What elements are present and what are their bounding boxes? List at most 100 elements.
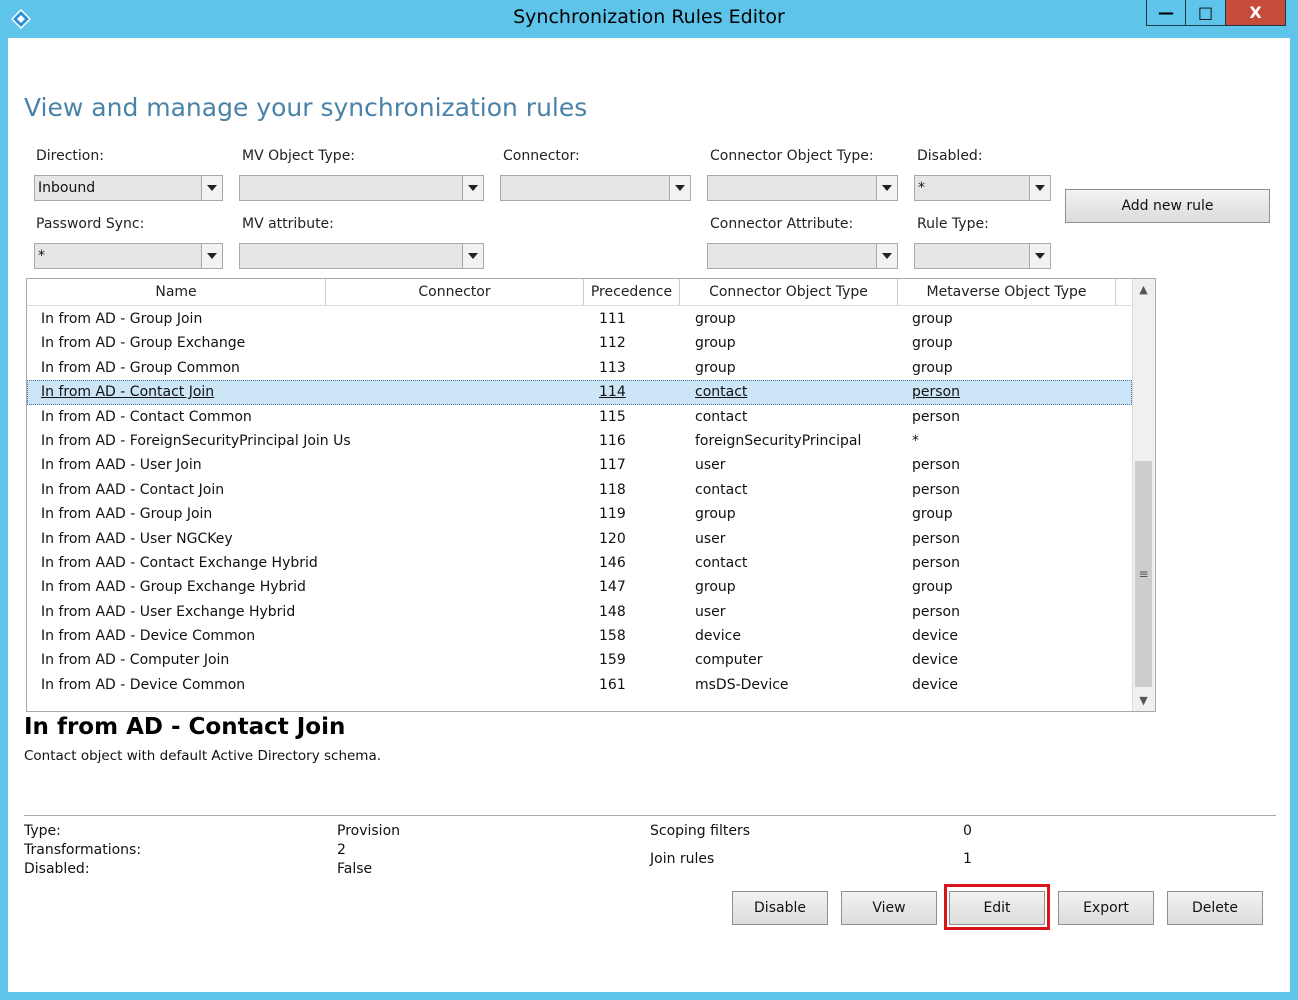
mv-attribute-dropdown[interactable] [239, 243, 484, 269]
cell-metaverse-object-type: group [912, 359, 953, 376]
chevron-down-icon[interactable] [201, 244, 222, 268]
cell-metaverse-object-type: person [912, 481, 960, 498]
connector-object-type-dropdown[interactable] [707, 175, 898, 201]
table-row[interactable]: In from AD - Group Common 113 group group [27, 356, 1132, 380]
table-row[interactable]: In from AAD - Group Exchange Hybrid 147 gr… [27, 575, 1132, 599]
vertical-scrollbar[interactable]: ▲ ≡ ▼ [1132, 279, 1155, 711]
chevron-down-icon[interactable] [201, 176, 222, 200]
connector-attribute-dropdown[interactable] [707, 243, 898, 269]
table-row[interactable]: In from AAD - Contact Exchange Hybrid 146… [27, 551, 1132, 575]
divider [24, 815, 1276, 816]
chevron-down-icon[interactable] [462, 176, 483, 200]
maximize-button[interactable]: □ [1186, 0, 1226, 26]
cell-precedence: 159 [599, 652, 626, 669]
column-header-connector-object-type[interactable]: Connector Object Type [680, 279, 898, 305]
cell-name: In from AD - Group Join [41, 311, 203, 327]
cell-connector-object-type: group [695, 359, 736, 376]
minimize-button[interactable]: — [1146, 0, 1186, 26]
column-header-precedence[interactable]: Precedence [584, 279, 680, 305]
edit-button-highlight [944, 884, 1050, 930]
client-area: View and manage your synchronization rul… [8, 38, 1290, 992]
disable-button[interactable]: Disable [732, 891, 828, 925]
table-row[interactable]: In from AD - ForeignSecurityPrincipal Jo… [27, 429, 1132, 453]
cell-name: In from AAD - Group Exchange Hybrid [41, 579, 306, 596]
window-title: Synchronization Rules Editor [513, 6, 785, 28]
cell-metaverse-object-type: group [912, 506, 953, 523]
page-heading: View and manage your synchronization rul… [24, 92, 588, 122]
cell-name: In from AD - ForeignSecurityPrincipal Jo… [41, 432, 351, 449]
cell-precedence: 119 [599, 506, 626, 523]
chevron-down-icon[interactable] [1029, 176, 1050, 200]
rule-type-dropdown[interactable] [914, 243, 1051, 269]
direction-value: Inbound [38, 180, 96, 196]
table-row[interactable]: In from AAD - User Exchange Hybrid 148 use… [27, 600, 1132, 624]
cell-metaverse-object-type: person [912, 554, 960, 571]
cell-name: In from AD - Computer Join [41, 652, 230, 669]
password-sync-dropdown[interactable]: * [34, 243, 223, 269]
cell-precedence: 161 [599, 676, 626, 693]
cell-name: In from AD - Device Common [41, 676, 246, 693]
cell-connector-object-type: group [695, 311, 736, 327]
cell-metaverse-object-type: group [912, 335, 953, 352]
cell-metaverse-object-type: person [912, 384, 960, 401]
cell-name: In from AD - Group Exchange [41, 335, 246, 352]
disabled-dropdown[interactable]: * [914, 175, 1051, 201]
close-button[interactable]: X [1226, 0, 1286, 26]
transformations-label: Transformations: [24, 842, 142, 858]
table-row[interactable]: In from AD - Computer Join 159 computer dev… [27, 648, 1132, 672]
export-button[interactable]: Export [1058, 891, 1154, 925]
cell-connector-object-type: contact [695, 384, 748, 401]
disabled-value: * [918, 180, 925, 196]
mv-object-type-dropdown[interactable] [239, 175, 484, 201]
password-sync-value: * [38, 248, 45, 264]
column-header-name[interactable]: Name [27, 279, 326, 305]
chevron-down-icon[interactable] [876, 244, 897, 268]
cell-name: In from AAD - Contact Exchange Hybrid [41, 554, 318, 571]
cell-connector-object-type: contact [695, 408, 748, 425]
cell-metaverse-object-type: device [912, 652, 958, 669]
disabled-status-label: Disabled: [24, 861, 90, 877]
chevron-down-icon[interactable] [876, 176, 897, 200]
chevron-down-icon[interactable] [462, 244, 483, 268]
table-row[interactable]: In from AAD - Group Join 119 group group [27, 502, 1132, 526]
table-row[interactable]: In from AAD - Device Common 158 device devi… [27, 624, 1132, 648]
cell-connector-object-type: device [695, 628, 741, 645]
table-row[interactable]: In from AD - Contact Common 115 contact per… [27, 405, 1132, 429]
direction-dropdown[interactable]: Inbound [34, 175, 223, 201]
cell-name: In from AAD - User Join [41, 457, 202, 474]
table-row[interactable]: In from AAD - User Join 117 user person [27, 453, 1132, 477]
cell-connector-object-type: user [695, 530, 726, 547]
table-row[interactable]: In from AD - Group Join 111 group group [27, 307, 1132, 331]
cell-name: In from AAD - User NGCKey [41, 530, 233, 547]
add-new-rule-button[interactable]: Add new rule [1065, 189, 1270, 223]
cell-name: In from AD - Contact Join [41, 384, 215, 401]
scroll-down-icon[interactable]: ▼ [1133, 690, 1154, 711]
scroll-thumb[interactable]: ≡ [1135, 461, 1152, 687]
cell-precedence: 112 [599, 335, 626, 352]
chevron-down-icon[interactable] [669, 176, 690, 200]
table-row[interactable]: In from AD - Group Exchange 112 group group [27, 331, 1132, 355]
table-row[interactable]: In from AAD - Contact Join 118 contact pers… [27, 478, 1132, 502]
table-row[interactable]: In from AD - Device Common 161 msDS-Device… [27, 673, 1132, 697]
scroll-up-icon[interactable]: ▲ [1133, 279, 1154, 300]
delete-button[interactable]: Delete [1167, 891, 1263, 925]
column-header-metaverse-object-type[interactable]: Metaverse Object Type [898, 279, 1116, 305]
table-row[interactable]: In from AAD - User NGCKey 120 user person [27, 527, 1132, 551]
rules-grid[interactable]: Name Connector Precedence Connector Obje… [26, 278, 1156, 712]
transformations-value: 2 [337, 842, 346, 858]
cell-metaverse-object-type: device [912, 676, 958, 693]
table-row[interactable]: In from AD - Contact Join 114 contact perso… [27, 380, 1132, 405]
cell-connector-object-type: user [695, 603, 726, 620]
connector-dropdown[interactable] [500, 175, 691, 201]
cell-metaverse-object-type: person [912, 457, 960, 474]
type-label: Type: [24, 823, 61, 839]
chevron-down-icon[interactable] [1029, 244, 1050, 268]
cell-precedence: 120 [599, 530, 626, 547]
column-header-connector[interactable]: Connector [326, 279, 584, 305]
view-button[interactable]: View [841, 891, 937, 925]
connector-label: Connector: [503, 148, 580, 164]
cell-connector-object-type: group [695, 579, 736, 596]
cell-precedence: 158 [599, 628, 626, 645]
cell-name: In from AAD - Group Join [41, 506, 213, 523]
cell-connector-object-type: contact [695, 481, 748, 498]
